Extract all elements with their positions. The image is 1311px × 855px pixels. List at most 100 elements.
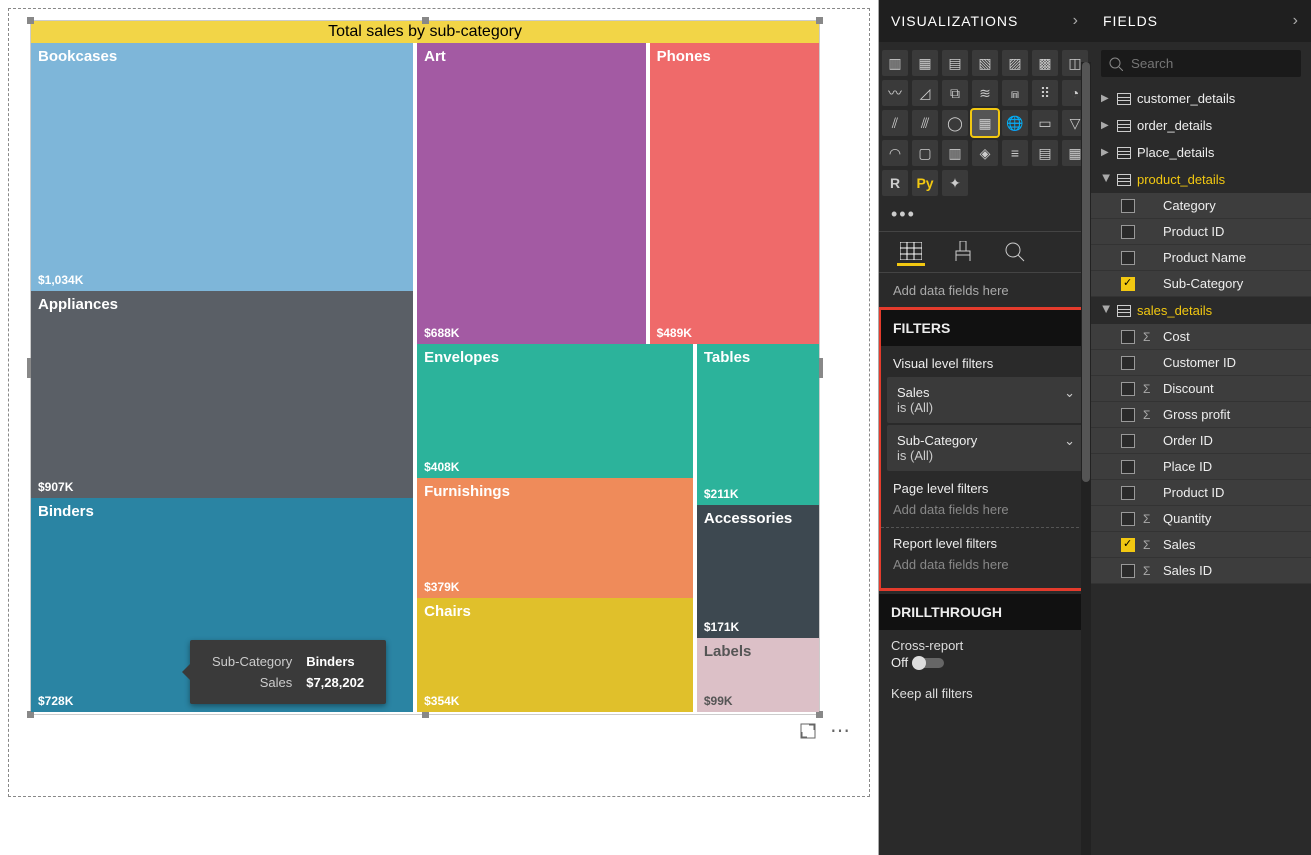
field-place-id[interactable]: Place ID bbox=[1091, 454, 1311, 480]
field-category[interactable]: Category bbox=[1091, 193, 1311, 219]
tile-bookcases[interactable]: Bookcases $1,034K bbox=[31, 43, 413, 291]
viz-type-donut[interactable]: ◯ bbox=[942, 110, 968, 136]
field-checkbox[interactable] bbox=[1121, 277, 1135, 291]
resize-handle[interactable] bbox=[819, 358, 823, 378]
table-Place_details[interactable]: ▶Place_details bbox=[1091, 139, 1311, 166]
resize-handle[interactable] bbox=[27, 17, 34, 24]
format-tab-icon[interactable] bbox=[949, 238, 977, 266]
viz-type-column-line[interactable]: ⫽ bbox=[882, 110, 908, 136]
field-product-name[interactable]: Product Name bbox=[1091, 245, 1311, 271]
field-gross-profit[interactable]: ΣGross profit bbox=[1091, 402, 1311, 428]
tile-accessories[interactable]: Accessories $171K bbox=[697, 505, 819, 639]
viz-type-treemap[interactable]: ▦ bbox=[972, 110, 998, 136]
table-order_details[interactable]: ▶order_details bbox=[1091, 112, 1311, 139]
tile-phones[interactable]: Phones $489K bbox=[650, 43, 819, 344]
field-checkbox[interactable] bbox=[1121, 564, 1135, 578]
field-product-id[interactable]: Product ID bbox=[1091, 219, 1311, 245]
field-checkbox[interactable] bbox=[1121, 434, 1135, 448]
viz-type-ribbon[interactable]: ≋ bbox=[972, 80, 998, 106]
analytics-tab-icon[interactable] bbox=[1001, 238, 1029, 266]
fields-tab-icon[interactable] bbox=[897, 238, 925, 266]
cross-report-toggle[interactable]: Off bbox=[879, 655, 956, 678]
field-checkbox[interactable] bbox=[1121, 538, 1135, 552]
viz-type-map[interactable]: 🌐 bbox=[1002, 110, 1028, 136]
viz-type-card[interactable]: ▢ bbox=[912, 140, 938, 166]
chevron-right-icon[interactable]: › bbox=[1293, 12, 1299, 30]
filter-card-subcategory[interactable]: ⌄ Sub-Category is (All) bbox=[887, 425, 1083, 471]
viz-panel-scrollbar[interactable] bbox=[1081, 62, 1091, 855]
resize-handle[interactable] bbox=[816, 17, 823, 24]
field-checkbox[interactable] bbox=[1121, 225, 1135, 239]
tile-appliances[interactable]: Appliances $907K bbox=[31, 291, 413, 498]
focus-mode-icon[interactable] bbox=[800, 723, 818, 739]
chevron-down-icon[interactable]: ⌄ bbox=[1064, 385, 1075, 401]
viz-type-stacked-bar[interactable]: ▥ bbox=[882, 50, 908, 76]
field-checkbox[interactable] bbox=[1121, 382, 1135, 396]
field-product-id[interactable]: Product ID bbox=[1091, 480, 1311, 506]
table-sales_details[interactable]: ▶sales_details bbox=[1091, 297, 1311, 324]
viz-type-py-visual[interactable]: Py bbox=[912, 170, 938, 196]
viz-type-line[interactable]: 〰 bbox=[882, 80, 908, 106]
field-well-hint[interactable]: Add data fields here bbox=[879, 273, 1091, 308]
treemap-area[interactable]: Bookcases $1,034K Appliances $907K Binde… bbox=[31, 43, 819, 712]
viz-type-r-visual[interactable]: R bbox=[882, 170, 908, 196]
tile-envelopes[interactable]: Envelopes $408K bbox=[417, 344, 693, 478]
viz-type-scatter[interactable]: ⠿ bbox=[1032, 80, 1058, 106]
chevron-right-icon[interactable]: › bbox=[1073, 12, 1079, 30]
viz-type-clustered-bar[interactable]: ▤ bbox=[942, 50, 968, 76]
report-canvas[interactable]: Total sales by sub-category Bookcases $1… bbox=[0, 0, 879, 855]
field-sub-category[interactable]: Sub-Category bbox=[1091, 271, 1311, 297]
fields-header[interactable]: FIELDS › bbox=[1091, 0, 1311, 42]
field-checkbox[interactable] bbox=[1121, 199, 1135, 213]
field-discount[interactable]: ΣDiscount bbox=[1091, 376, 1311, 402]
viz-type-100-column[interactable]: ▩ bbox=[1032, 50, 1058, 76]
viz-type-clustered-column[interactable]: ▧ bbox=[972, 50, 998, 76]
tile-art[interactable]: Art $688K bbox=[417, 43, 646, 344]
tile-chairs[interactable]: Chairs $354K bbox=[417, 598, 693, 712]
viz-type-100-bar[interactable]: ▨ bbox=[1002, 50, 1028, 76]
field-quantity[interactable]: ΣQuantity bbox=[1091, 506, 1311, 532]
viz-type-multi-row[interactable]: ▥ bbox=[942, 140, 968, 166]
field-checkbox[interactable] bbox=[1121, 512, 1135, 526]
visualizations-header[interactable]: VISUALIZATIONS › bbox=[879, 0, 1091, 42]
field-checkbox[interactable] bbox=[1121, 251, 1135, 265]
field-checkbox[interactable] bbox=[1121, 408, 1135, 422]
fields-search[interactable] bbox=[1101, 50, 1301, 77]
field-checkbox[interactable] bbox=[1121, 330, 1135, 344]
tile-labels[interactable]: Labels $99K bbox=[697, 638, 819, 712]
report-level-drop[interactable]: Add data fields here bbox=[881, 553, 1089, 582]
page-level-drop[interactable]: Add data fields here bbox=[881, 498, 1089, 528]
viz-type-key-influencers[interactable]: ✦ bbox=[942, 170, 968, 196]
field-cost[interactable]: ΣCost bbox=[1091, 324, 1311, 350]
field-order-id[interactable]: Order ID bbox=[1091, 428, 1311, 454]
tile-tables[interactable]: Tables $211K bbox=[697, 344, 819, 505]
viz-type-gauge[interactable]: ◠ bbox=[882, 140, 908, 166]
resize-handle[interactable] bbox=[422, 17, 429, 24]
table-customer_details[interactable]: ▶customer_details bbox=[1091, 85, 1311, 112]
filter-card-sales[interactable]: ⌄ Sales is (All) bbox=[887, 377, 1083, 423]
tile-furnishings[interactable]: Furnishings $379K bbox=[417, 478, 693, 598]
field-checkbox[interactable] bbox=[1121, 486, 1135, 500]
viz-type-area[interactable]: ◿ bbox=[912, 80, 938, 106]
field-checkbox[interactable] bbox=[1121, 460, 1135, 474]
viz-type-line-stacked[interactable]: ⧉ bbox=[942, 80, 968, 106]
viz-type-stacked-column[interactable]: ▦ bbox=[912, 50, 938, 76]
resize-handle[interactable] bbox=[422, 711, 429, 718]
viz-type-kpi[interactable]: ◈ bbox=[972, 140, 998, 166]
field-sales-id[interactable]: ΣSales ID bbox=[1091, 558, 1311, 584]
resize-handle[interactable] bbox=[27, 711, 34, 718]
table-product_details[interactable]: ▶product_details bbox=[1091, 166, 1311, 193]
more-visuals-icon[interactable]: ••• bbox=[879, 204, 1091, 231]
viz-type-table[interactable]: ▤ bbox=[1032, 140, 1058, 166]
chevron-down-icon[interactable]: ⌄ bbox=[1064, 433, 1075, 449]
viz-type-slicer[interactable]: ≡ bbox=[1002, 140, 1028, 166]
field-checkbox[interactable] bbox=[1121, 356, 1135, 370]
field-sales[interactable]: ΣSales bbox=[1091, 532, 1311, 558]
search-input[interactable] bbox=[1131, 56, 1293, 71]
treemap-visual[interactable]: Total sales by sub-category Bookcases $1… bbox=[30, 20, 820, 715]
more-options-icon[interactable]: ⋯ bbox=[830, 718, 848, 743]
viz-type-clustered-line[interactable]: ⫻ bbox=[912, 110, 938, 136]
viz-type-filled-map[interactable]: ▭ bbox=[1032, 110, 1058, 136]
viz-type-waterfall[interactable]: ⩎ bbox=[1002, 80, 1028, 106]
field-customer-id[interactable]: Customer ID bbox=[1091, 350, 1311, 376]
